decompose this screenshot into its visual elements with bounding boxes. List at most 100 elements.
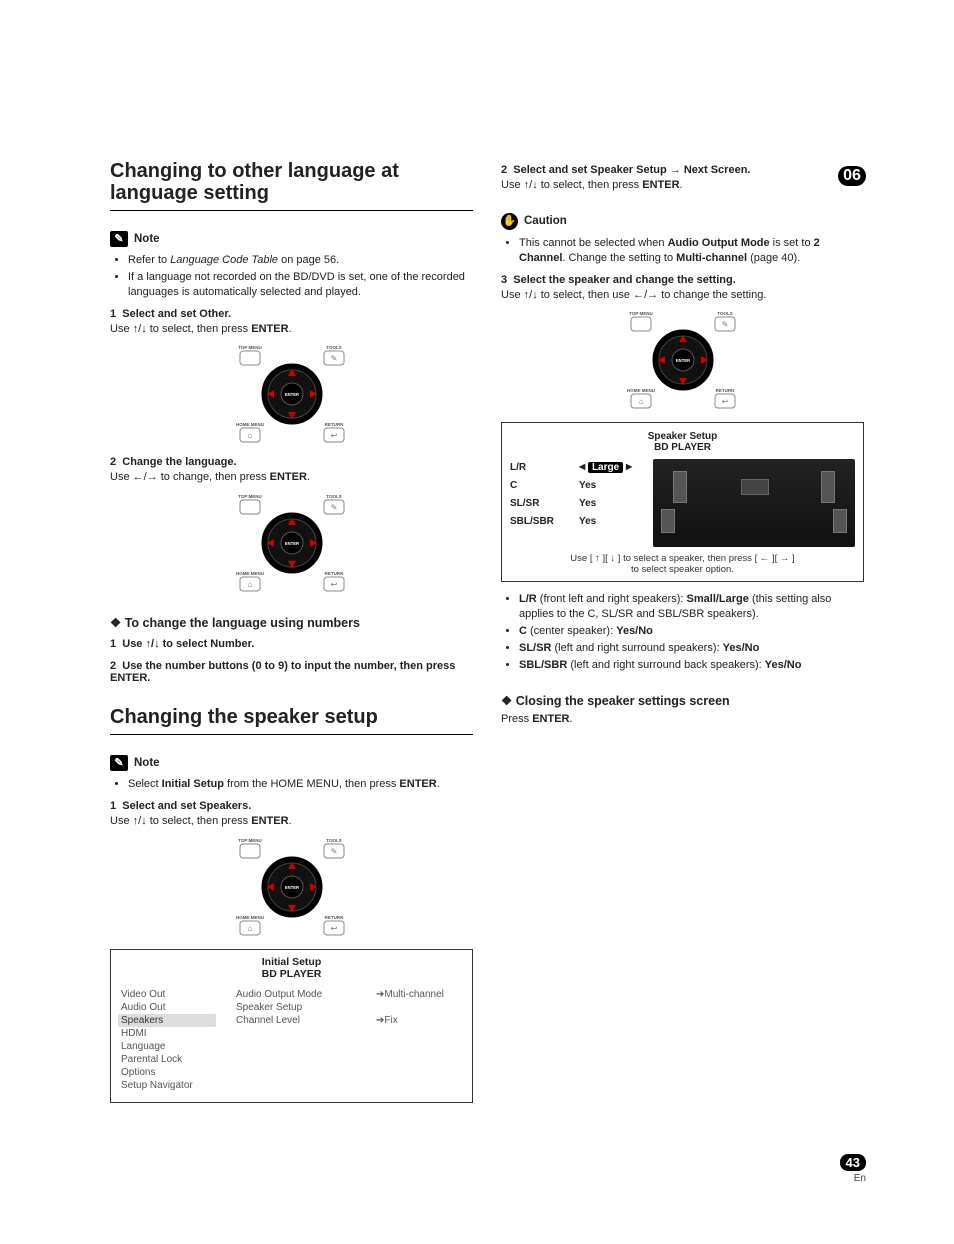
page-number: 43 En [840, 1154, 866, 1184]
step-text: Use ↑/↓ to select, then press ENTER. [110, 814, 473, 829]
step-text: Use ↑/↓ to select, then use ←/→ to chang… [501, 288, 864, 303]
note-icon: ✎ [110, 231, 128, 247]
svg-text:✎: ✎ [721, 320, 728, 329]
step: 1 Select and set Other. [110, 308, 473, 320]
speaker-layout-image [653, 459, 855, 547]
note-item: If a language not recorded on the BD/DVD… [128, 270, 473, 300]
svg-text:TOP MENU: TOP MENU [238, 345, 262, 350]
svg-text:TOP MENU: TOP MENU [238, 838, 262, 843]
arrow-right-icon: → [780, 553, 790, 564]
menu-item [376, 1001, 462, 1014]
arrow-right-icon: → [670, 164, 681, 176]
svg-text:✎: ✎ [330, 354, 337, 363]
subheading-numbers: To change the language using numbers [110, 615, 473, 630]
svg-text:TOOLS: TOOLS [326, 838, 341, 843]
svg-text:RETURN: RETURN [324, 571, 343, 576]
svg-text:↩: ↩ [721, 397, 728, 406]
heading-language: Changing to other language at language s… [110, 160, 473, 211]
caution-heading: ✋ Caution [501, 213, 864, 230]
menu-item: Audio Output Mode [236, 988, 356, 1001]
arrow-up-icon: ↑ [133, 815, 139, 827]
arrow-left-icon: ← [760, 553, 770, 564]
step-text: Use ↑/↓ to select, then press ENTER. [110, 322, 473, 337]
remote-diagram: TOP MENUTOOLSHOME MENURETURN✎⌂↩ENTER [110, 835, 473, 939]
list-item: C (center speaker): Yes/No [519, 624, 864, 639]
ss-labels: L/R C SL/SR SBL/SBR [510, 459, 565, 531]
menu-item: Options [121, 1066, 216, 1079]
svg-text:TOOLS: TOOLS [326, 494, 341, 499]
svg-text:↩: ↩ [330, 580, 337, 589]
triangle-left-icon: ◀ [579, 463, 585, 472]
chapter-badge: 06 [838, 166, 866, 186]
svg-text:⌂: ⌂ [638, 397, 643, 406]
speaker-setup-screen: Speaker Setup BD PLAYER L/R C SL/SR SBL/… [501, 422, 864, 582]
svg-text:↩: ↩ [330, 924, 337, 933]
svg-text:✎: ✎ [330, 847, 337, 856]
arrow-up-icon: ↑ [133, 323, 139, 335]
ss-value-selected: Large [588, 462, 623, 473]
svg-text:TOOLS: TOOLS [717, 311, 732, 316]
menu-item: Video Out [121, 988, 216, 1001]
remote-diagram: TOP MENUTOOLSHOME MENURETURN✎⌂↩ENTER [110, 342, 473, 446]
menu-right-col: ➔Multi-channel ➔Fix [366, 986, 472, 1094]
note-item: Refer to Language Code Table on page 56. [128, 253, 473, 268]
svg-text:TOOLS: TOOLS [326, 345, 341, 350]
menu-title: Initial Setup [111, 950, 472, 968]
menu-item-selected: Speakers [118, 1014, 216, 1027]
step: 1 Use ↑/↓ to select Number. [110, 638, 473, 650]
step: 3 Select the speaker and change the sett… [501, 274, 864, 286]
svg-text:ENTER: ENTER [284, 885, 298, 890]
svg-text:TOP MENU: TOP MENU [629, 311, 653, 316]
menu-mid-col: Audio Output Mode Speaker Setup Channel … [226, 986, 366, 1094]
arrow-left-icon: ← [133, 471, 144, 483]
menu-item: Language [121, 1040, 216, 1053]
menu-left-col: Video Out Audio Out Speakers HDMI Langua… [111, 986, 226, 1094]
menu-item: ➔Fix [376, 1014, 462, 1027]
step: 2 Change the language. [110, 456, 473, 468]
note-heading: ✎ Note [110, 755, 473, 771]
menu-item: Setup Navigator [121, 1079, 216, 1092]
svg-text:RETURN: RETURN [324, 915, 343, 920]
left-column: Changing to other language at language s… [110, 160, 473, 1113]
ss-subtitle: BD PLAYER [510, 442, 855, 453]
svg-text:↩: ↩ [330, 431, 337, 440]
svg-text:✎: ✎ [330, 503, 337, 512]
svg-text:HOME MENU: HOME MENU [627, 388, 655, 393]
menu-item: Channel Level [236, 1014, 356, 1027]
note-label: Note [134, 757, 160, 769]
svg-text:HOME MENU: HOME MENU [236, 571, 264, 576]
step-text: Press ENTER. [501, 712, 864, 727]
menu-item: ➔Multi-channel [376, 988, 462, 1001]
note-heading: ✎ Note [110, 231, 473, 247]
svg-text:ENTER: ENTER [284, 392, 298, 397]
menu-item: HDMI [121, 1027, 216, 1040]
note-item: Select Initial Setup from the HOME MENU,… [128, 777, 473, 792]
note-list: Refer to Language Code Table on page 56.… [110, 253, 473, 300]
ss-footer: Use [ ↑ ][ ↓ ] to select a speaker, then… [510, 553, 855, 575]
list-item: SL/SR (left and right surround speakers)… [519, 641, 864, 656]
note-icon: ✎ [110, 755, 128, 771]
step-text: Use ←/→ to change, then press ENTER. [110, 470, 473, 485]
svg-text:⌂: ⌂ [247, 924, 252, 933]
menu-item: Audio Out [121, 1001, 216, 1014]
remote-diagram: TOP MENUTOOLSHOME MENURETURN✎⌂↩ENTER [110, 491, 473, 595]
page-lang: En [840, 1173, 866, 1184]
speaker-desc-list: L/R (front left and right speakers): Sma… [501, 592, 864, 672]
triangle-right-icon: ▶ [626, 463, 632, 472]
svg-text:TOP MENU: TOP MENU [238, 494, 262, 499]
menu-item: Parental Lock [121, 1053, 216, 1066]
caution-list: This cannot be selected when Audio Outpu… [501, 236, 864, 266]
right-column: 2 Select and set Speaker Setup → Next Sc… [501, 160, 864, 1113]
step: 1 Select and set Speakers. [110, 800, 473, 812]
arrow-right-icon: → [647, 289, 658, 301]
ss-title: Speaker Setup [510, 431, 855, 442]
step: 2 Use the number buttons (0 to 9) to inp… [110, 660, 473, 684]
arrow-up-icon: ↑ [524, 179, 530, 191]
note-label: Note [134, 233, 160, 245]
step: 2 Select and set Speaker Setup → Next Sc… [501, 164, 864, 176]
caution-item: This cannot be selected when Audio Outpu… [519, 236, 864, 266]
subheading-closing: Closing the speaker settings screen [501, 693, 864, 708]
page-number-value: 43 [840, 1154, 866, 1171]
arrow-right-icon: → [147, 471, 158, 483]
menu-item: Speaker Setup [236, 1001, 356, 1014]
